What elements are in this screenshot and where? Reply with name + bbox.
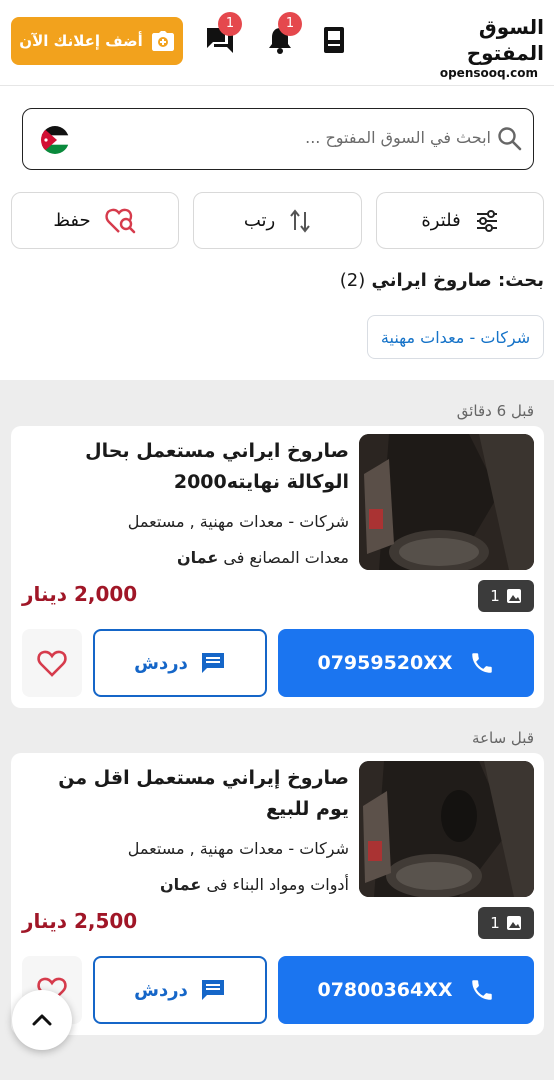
add-ad-label: أضف إعلانك الآن [19,32,143,50]
heart-search-icon [105,208,135,233]
listing-image[interactable] [359,761,534,897]
sort-label: رتب [243,210,276,231]
chat-label: دردش [134,979,188,1001]
chat-icon [201,980,224,1000]
add-ad-button[interactable]: أضف إعلانك الآن [11,17,183,65]
notification-badge: 1 [278,12,302,36]
sliders-icon [476,209,497,232]
logo-english: opensooq.com [439,66,538,80]
search-icon [498,127,522,151]
chat-label: دردش [134,652,188,674]
listing-card[interactable]: 1 صاروخ ايراني مستعمل بحال الوكالة نهايت… [11,426,544,708]
sort-arrows-icon [290,208,310,233]
listing-title[interactable]: صاروخ ايراني مستعمل بحال الوكالة نهايته2… [29,436,349,498]
image-count-badge: 1 [478,907,534,939]
menu-book-button[interactable] [316,22,352,58]
listing-location-prefix: معدات المصانع فى [223,548,349,567]
listing-card[interactable]: 1 صاروخ إيراني مستعمل اقل من يوم للبيع ش… [11,753,544,1035]
phone-number: 07959520XX [317,652,453,674]
camera-plus-icon [151,31,174,51]
search-bar[interactable]: ابحث في السوق المفتوح ... [22,108,534,170]
book-icon [324,27,344,53]
listing-price: 2,500 دينار [22,909,138,933]
jordan-flag-icon[interactable] [41,126,69,154]
chat-badge: 1 [218,12,242,36]
phone-number: 07800364XX [317,979,453,1001]
listing-category: شركات - معدات مهنية , مستعمل [127,839,349,858]
filter-label: فلترة [421,210,461,231]
filter-button[interactable]: فلترة [376,192,544,249]
results-count: (2) [339,270,366,291]
chats-button[interactable]: 1 [202,12,242,58]
results-title: بحث: صاروخ ايراني [371,270,544,291]
app-header: السوق المفتوح opensooq.com 1 1 أضف إعلان… [0,0,554,86]
listing-city: عمان [160,875,202,894]
save-search-button[interactable]: حفظ [11,192,179,249]
image-count: 1 [490,914,500,932]
heart-icon [37,650,67,677]
phone-icon [471,980,492,1000]
logo-arabic: السوق المفتوح [466,15,544,65]
save-label: حفظ [53,210,91,231]
listing-location: معدات المصانع فى عمان [177,548,349,567]
category-chip[interactable]: شركات - معدات مهنية [367,315,544,359]
notifications-button[interactable]: 1 [262,12,302,58]
listing-city: عمان [176,548,219,567]
sort-button[interactable]: رتب [193,192,362,249]
chat-icon [201,653,224,673]
results-heading: بحث: صاروخ ايراني (2) [340,270,544,291]
listing-time: قبل ساعة [472,729,534,747]
opensooq-logo[interactable]: السوق المفتوح opensooq.com [414,14,544,80]
listing-image[interactable] [359,434,534,570]
image-count-badge: 1 [478,580,534,612]
phone-icon [471,653,492,673]
image-icon [506,916,521,930]
listing-title[interactable]: صاروخ إيراني مستعمل اقل من يوم للبيع [29,763,349,825]
listing-price: 2,000 دينار [22,582,138,606]
call-button[interactable]: 07800364XX [278,956,534,1024]
search-input[interactable]: ابحث في السوق المفتوح ... [305,128,491,147]
scroll-to-top-button[interactable] [12,990,72,1050]
image-count: 1 [490,587,500,605]
listing-location: أدوات ومواد البناء فى عمان [160,875,349,894]
chat-button[interactable]: دردش [93,629,267,697]
call-button[interactable]: 07959520XX [278,629,534,697]
image-icon [506,589,521,603]
listing-location-prefix: أدوات ومواد البناء فى [206,875,349,894]
chevron-up-icon [32,1014,52,1026]
chat-button[interactable]: دردش [93,956,267,1024]
listing-category: شركات - معدات مهنية , مستعمل [127,512,349,531]
favorite-button[interactable] [22,629,82,697]
listing-time: قبل 6 دقائق [456,402,534,420]
